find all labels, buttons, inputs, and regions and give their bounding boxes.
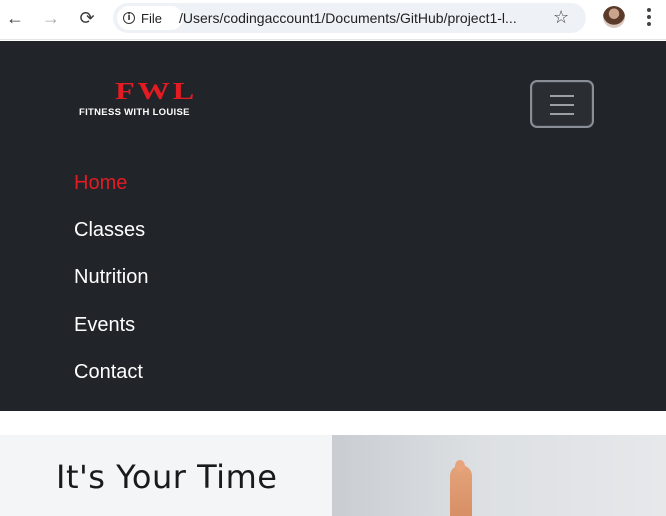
nav-link-nutrition[interactable]: Nutrition: [74, 266, 148, 289]
hamburger-line: [550, 113, 574, 115]
site-navbar: FWL FITNESS WITH LOUISE Home Classes Nut…: [0, 41, 666, 411]
site-info-chip[interactable]: i File: [117, 6, 183, 30]
info-icon: i: [123, 12, 135, 24]
hamburger-line: [550, 95, 574, 97]
nav-link-home[interactable]: Home: [74, 172, 127, 195]
bookmark-star-icon[interactable]: ☆: [553, 7, 569, 28]
site-info-label: File: [141, 10, 162, 26]
url-text[interactable]: /Users/codingaccount1/Documents/GitHub/p…: [179, 10, 544, 26]
site-logo[interactable]: FWL FITNESS WITH LOUISE: [79, 79, 224, 121]
address-bar[interactable]: i File /Users/codingaccount1/Documents/G…: [113, 3, 586, 33]
nav-link-classes[interactable]: Classes: [74, 219, 145, 242]
more-menu-icon[interactable]: [640, 4, 658, 30]
forward-arrow-icon[interactable]: →: [38, 6, 64, 30]
logo-sub-text: FITNESS WITH LOUISE: [79, 107, 190, 118]
hero-text-panel: It's Your Time: [0, 435, 332, 516]
logo-main-text: FWL: [115, 79, 197, 105]
profile-avatar[interactable]: [603, 6, 625, 28]
hero-photo-subject: [450, 460, 472, 516]
nav-link-contact[interactable]: Contact: [74, 361, 143, 384]
browser-toolbar: ← → ⟳ i File /Users/codingaccount1/Docum…: [0, 0, 666, 40]
back-arrow-icon[interactable]: ←: [2, 6, 28, 30]
nav-link-events[interactable]: Events: [74, 314, 135, 337]
hero-title: It's Your Time: [56, 458, 278, 496]
reload-icon[interactable]: ⟳: [74, 6, 100, 30]
hamburger-line: [550, 104, 574, 106]
navbar-toggler-button[interactable]: [530, 80, 594, 128]
hero-image: [332, 435, 666, 516]
